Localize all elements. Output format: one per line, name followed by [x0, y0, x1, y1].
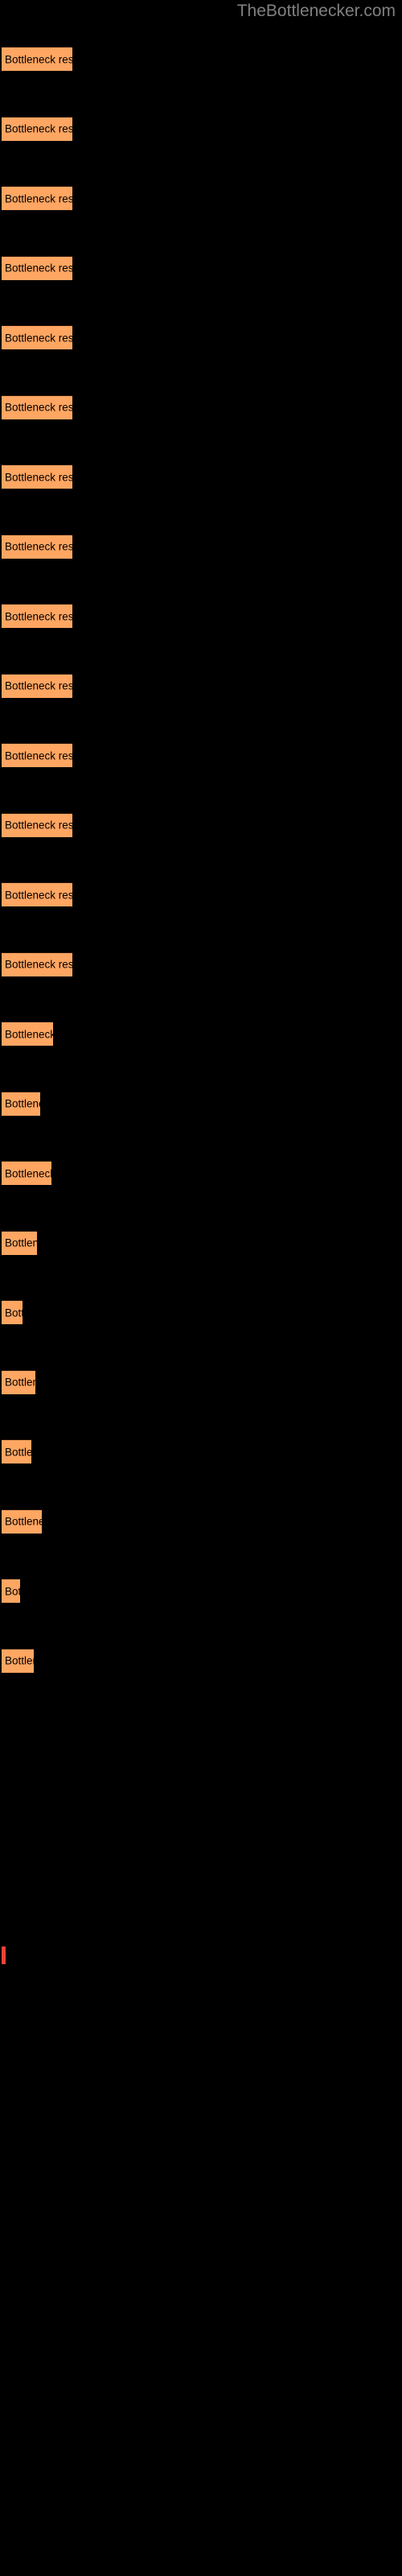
chart-bar: Bottl — [2, 1300, 23, 1324]
chart-bar: Bottleneck result — [2, 812, 72, 837]
chart-bar-label: Bott — [5, 1584, 20, 1597]
chart-bar: Bottlene — [2, 1369, 35, 1394]
chart-bar-label: Bottleneck result — [5, 52, 72, 65]
chart-bar-label: Bottleneck result — [5, 262, 72, 275]
chart-bar: Bottleneck result — [2, 464, 72, 489]
chart-bar-label: Bottleneck result — [5, 819, 72, 832]
chart-bar: Bottlene — [2, 1230, 37, 1255]
chart-bar: Bottleneck result — [2, 47, 72, 71]
chart-bar-label: Bottlene — [5, 1376, 35, 1389]
bottleneck-chart-page: TheBottlenecker.com Bottleneck resultBot… — [0, 0, 402, 2576]
chart-bar-label: Bottleneck result — [5, 609, 72, 622]
chart-bar: Bottleneck result — [2, 534, 72, 559]
chart-bar-label: Bottleneck result — [5, 540, 72, 553]
chart-bar-label: Bottleneck result — [5, 331, 72, 344]
chart-bar-label: Bottleneck result — [5, 679, 72, 692]
chart-bar: Bottleneck res — [2, 1022, 53, 1046]
chart-bar-label: Bottleneck re — [5, 1166, 51, 1179]
chart-bar-label: Bottleneck result — [5, 401, 72, 414]
chart-bar: Bottleneck result — [2, 394, 72, 419]
chart-bar-label: Bottleneck result — [5, 888, 72, 901]
chart-bar: Bottleneck result — [2, 116, 72, 141]
chart-bar-label: Bottleneck result — [5, 192, 72, 204]
chart-bar-label: Bottleneck — [5, 1515, 42, 1528]
chart-bar-label: Bottleneck result — [5, 958, 72, 971]
chart-bar-label: Bottleneck result — [5, 749, 72, 762]
red-marker — [2, 1946, 6, 1964]
chart-bar: Bottleneck result — [2, 882, 72, 906]
chart-bar: Bottleneck result — [2, 673, 72, 698]
chart-bar: Bottleneck — [2, 1509, 42, 1534]
chart-bar: Bottleneck result — [2, 743, 72, 767]
chart-bar-label: Bottleneck result — [5, 470, 72, 483]
bar-chart-area: Bottleneck result Bottleneck result Bottle… — [0, 0, 402, 2576]
chart-bar: Bottleneck result — [2, 604, 72, 628]
chart-bar: Bott — [2, 1579, 20, 1603]
chart-bar: Bottlen — [2, 1439, 31, 1463]
chart-bar-label: Bottlenec — [5, 1097, 40, 1110]
chart-bar-label: Bottlene — [5, 1654, 34, 1667]
chart-bar: Bottleneck result — [2, 325, 72, 349]
chart-bar-label: Bottlen — [5, 1445, 31, 1458]
chart-bar: Bottleneck result — [2, 186, 72, 210]
chart-bar: Bottleneck result — [2, 952, 72, 976]
chart-bar-label: Bottleneck res — [5, 1027, 53, 1040]
chart-bar: Bottleneck result — [2, 255, 72, 280]
chart-bar: Bottlene — [2, 1648, 34, 1673]
chart-bar-label: Bottl — [5, 1306, 23, 1319]
chart-bar: Bottlenec — [2, 1091, 40, 1116]
chart-bar-label: Bottleneck result — [5, 122, 72, 135]
chart-bar-label: Bottlene — [5, 1236, 37, 1249]
chart-bar: Bottleneck re — [2, 1161, 51, 1185]
